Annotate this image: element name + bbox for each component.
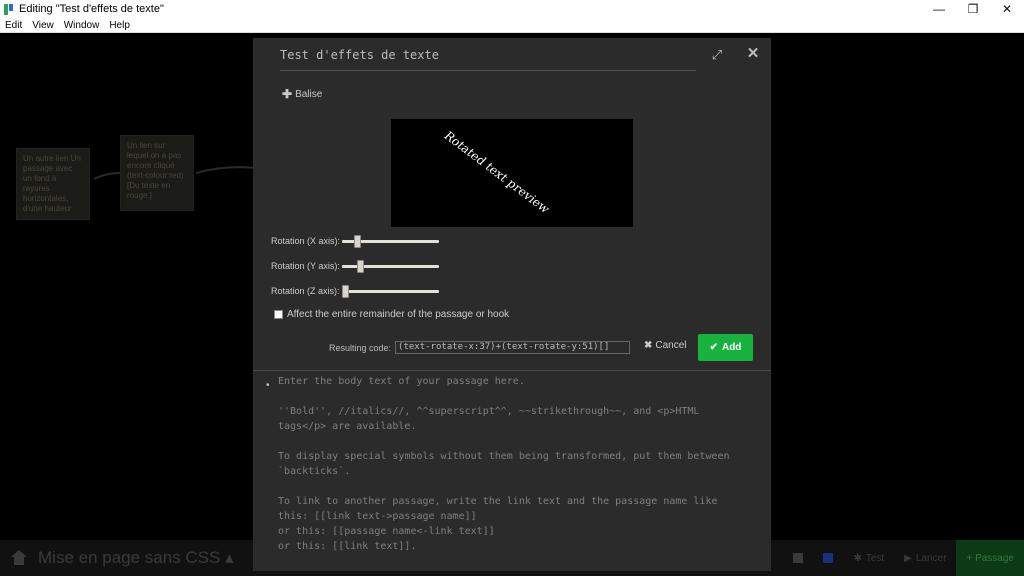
add-label: Add <box>721 342 742 353</box>
test-button[interactable]: ✱ Test <box>843 540 894 576</box>
plus-icon: ✚ <box>282 87 293 101</box>
editor-line <box>278 389 768 404</box>
add-tag-label: Balise <box>295 88 323 100</box>
close-icon: ✖ <box>644 340 653 351</box>
editor-line <box>278 479 768 494</box>
affect-remainder-checkbox[interactable] <box>274 310 283 319</box>
restore-button[interactable]: ❐ <box>956 0 990 18</box>
editor-line: or this: [[link text]]. <box>278 541 417 552</box>
check-icon: ✔ <box>709 342 718 353</box>
twine-logo-icon <box>4 3 14 15</box>
rotation-z-row: Rotation (Z axis): <box>271 284 439 298</box>
rotation-preview: Rotated text preview <box>391 119 633 227</box>
cancel-label: Cancel <box>655 340 687 351</box>
expand-icon[interactable]: ⤢ <box>710 48 724 62</box>
editor-line: To link to another passage, write the li… <box>278 496 718 507</box>
test-label: Test <box>865 552 885 564</box>
slider-thumb[interactable] <box>354 235 362 248</box>
rotation-x-slider[interactable] <box>342 234 440 248</box>
resulting-code-label: Resulting code: <box>329 342 392 353</box>
menu-bar: Edit View Window Help <box>0 18 1024 33</box>
rotation-z-label: Rotation (Z axis): <box>271 286 340 296</box>
rotation-z-slider[interactable] <box>341 284 439 298</box>
resulting-code-row: Resulting code: (text-rotate-x:37)+(text… <box>329 341 631 354</box>
rotation-x-label: Rotation (X axis): <box>271 236 341 246</box>
affect-remainder-row: Affect the entire remainder of the passa… <box>274 309 509 320</box>
new-passage-button[interactable]: + Passage <box>956 540 1024 576</box>
editor-line: this: [[link text->passage name]] <box>278 511 477 522</box>
play-label: Lancer <box>915 552 947 564</box>
play-icon: ▶ <box>904 552 912 564</box>
cancel-button[interactable]: ✖ Cancel <box>644 340 687 351</box>
editor-line: `backticks`. <box>278 466 351 477</box>
rotation-y-label: Rotation (Y axis): <box>271 261 340 271</box>
rotation-y-slider[interactable] <box>341 259 439 273</box>
editor-line: ''Bold'', //italics//, ^^superscript^^, … <box>278 406 700 417</box>
menu-view[interactable]: View <box>27 20 59 31</box>
divider <box>253 370 771 371</box>
window-title: Editing "Test d'effets de texte" <box>19 3 164 15</box>
menu-edit[interactable]: Edit <box>0 20 27 31</box>
add-button[interactable]: ✔ Add <box>698 334 753 361</box>
editor-line: or this: [[passage name<-link text]] <box>278 526 495 537</box>
add-tag-button[interactable]: ✚ Balise <box>282 87 322 101</box>
square-icon <box>823 553 834 563</box>
editor-bullet-icon: • <box>266 380 270 391</box>
rotation-x-row: Rotation (X axis): <box>271 234 440 248</box>
passage-card[interactable]: Un autre lien Un passage avec un fond à … <box>16 148 90 220</box>
zoom-titles-button[interactable] <box>813 540 843 576</box>
editor-line <box>278 434 768 449</box>
slider-thumb[interactable] <box>356 260 364 273</box>
zoom-structure-button[interactable] <box>783 540 813 576</box>
slider-thumb[interactable] <box>341 285 349 298</box>
window-titlebar: Editing "Test d'effets de texte" — ❐ ✕ <box>0 0 1024 18</box>
story-title: Mise en page sans CSS ▴ <box>38 548 234 567</box>
affect-remainder-label[interactable]: Affect the entire remainder of the passa… <box>287 309 509 320</box>
story-title-menu[interactable]: Mise en page sans CSS ▴ <box>0 540 234 576</box>
passage-text-editor[interactable]: Enter the body text of your passage here… <box>278 374 768 554</box>
passage-edit-dialog: Test d'effets de texte ⤢ ✕ ✚ Balise Rota… <box>253 38 771 571</box>
resulting-code-field[interactable]: (text-rotate-x:37)+(text-rotate-y:51)[] <box>395 341 631 354</box>
rotation-y-row: Rotation (Y axis): <box>271 259 439 273</box>
play-button[interactable]: ▶ Lancer <box>894 540 956 576</box>
editor-line: tags</p> are available. <box>278 421 417 432</box>
menu-help[interactable]: Help <box>104 20 135 31</box>
menu-window[interactable]: Window <box>59 20 105 31</box>
minimize-button[interactable]: — <box>922 0 956 18</box>
editor-line: To display special symbols without them … <box>278 451 730 462</box>
preview-text: Rotated text preview <box>441 129 553 216</box>
close-window-button[interactable]: ✕ <box>990 0 1024 18</box>
bug-icon: ✱ <box>853 552 862 564</box>
editor-line: Enter the body text of your passage here… <box>278 376 525 387</box>
passage-name-field[interactable]: Test d'effets de texte <box>280 48 696 71</box>
home-icon[interactable] <box>10 550 28 566</box>
passage-card[interactable]: Un lien sur lequel on a pas encore cliqu… <box>120 135 194 211</box>
close-icon[interactable]: ✕ <box>746 46 760 61</box>
grid-icon <box>793 553 804 563</box>
